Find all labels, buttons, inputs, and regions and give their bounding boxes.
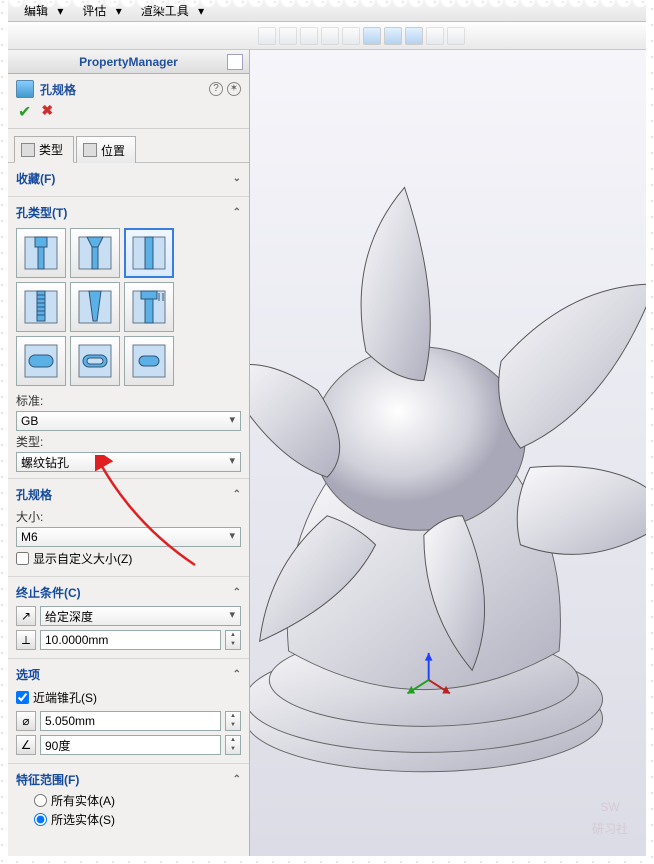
prev-view-icon[interactable] bbox=[321, 27, 339, 45]
ok-button[interactable]: ✔ bbox=[18, 102, 31, 122]
display-style-icon[interactable] bbox=[363, 27, 381, 45]
confirm-row: ✔ ✖ bbox=[8, 100, 249, 129]
section-options: 选项⌃ 近端锥孔(S) ⌀ ▲▼ ∠ ▲▼ bbox=[8, 659, 249, 764]
pushpin-icon[interactable] bbox=[227, 54, 243, 70]
section-view-icon[interactable] bbox=[342, 27, 360, 45]
feature-title: 孔规格 bbox=[40, 81, 76, 98]
property-manager-panel: PropertyManager 孔规格 ? ✶ ✔ ✖ 类型 位置 收藏(F) bbox=[8, 50, 250, 856]
pm-header: PropertyManager bbox=[8, 50, 249, 74]
menu-evaluate[interactable]: 评估 ▾ bbox=[70, 0, 127, 21]
end-condition-combo[interactable] bbox=[40, 606, 241, 626]
counterbore-slot-button[interactable] bbox=[16, 336, 66, 386]
3d-viewport[interactable]: SW研习社 bbox=[250, 50, 646, 856]
cs-diameter-input[interactable] bbox=[40, 711, 221, 731]
legacy-hole-button[interactable] bbox=[124, 282, 174, 332]
position-tab-icon bbox=[83, 143, 97, 157]
chevron-up-icon: ⌃ bbox=[233, 587, 241, 598]
countersink-slot-button[interactable] bbox=[70, 336, 120, 386]
feature-title-row: 孔规格 ? ✶ bbox=[8, 74, 249, 100]
cs-angle-input[interactable] bbox=[40, 735, 221, 755]
chevron-up-icon: ⌃ bbox=[233, 207, 241, 218]
countersink-button[interactable] bbox=[70, 228, 120, 278]
menu-edit[interactable]: 编辑 ▾ bbox=[12, 0, 69, 21]
near-countersink-checkbox[interactable] bbox=[16, 691, 29, 704]
zoom-area-icon[interactable] bbox=[300, 27, 318, 45]
tab-position[interactable]: 位置 bbox=[76, 136, 136, 163]
watermark: SW研习社 bbox=[592, 794, 628, 838]
view-settings-icon[interactable] bbox=[426, 27, 444, 45]
section-hole-spec: 孔规格⌃ 大小: 显示自定义大小(Z) bbox=[8, 479, 249, 577]
custom-size-checkbox[interactable] bbox=[16, 552, 29, 565]
section-end-condition: 终止条件(C)⌃ ↗ ⟂ ▲▼ bbox=[8, 577, 249, 659]
size-combo[interactable] bbox=[16, 527, 241, 547]
straight-tap-button[interactable] bbox=[16, 282, 66, 332]
chevron-down-icon: ⌄ bbox=[233, 173, 241, 184]
viewport-icon[interactable] bbox=[447, 27, 465, 45]
help-icon[interactable]: ? bbox=[209, 82, 223, 96]
view-toolbar bbox=[8, 22, 646, 50]
all-bodies-radio[interactable] bbox=[34, 794, 47, 807]
standard-label: 标准: bbox=[16, 390, 241, 411]
depth-input[interactable] bbox=[40, 630, 221, 650]
zoom-fit-icon[interactable] bbox=[279, 27, 297, 45]
tab-type[interactable]: 类型 bbox=[14, 136, 74, 163]
menubar: 编辑 ▾ 评估 ▾ 渲染工具 ▾ bbox=[8, 0, 646, 22]
pm-tabs: 类型 位置 bbox=[8, 129, 249, 163]
cs-angle-spinner[interactable]: ▲▼ bbox=[225, 735, 241, 755]
depth-spinner[interactable]: ▲▼ bbox=[225, 630, 241, 650]
standard-combo[interactable] bbox=[16, 411, 241, 431]
cs-diameter-spinner[interactable]: ▲▼ bbox=[225, 711, 241, 731]
chevron-up-icon: ⌃ bbox=[233, 489, 241, 500]
chevron-up-icon: ⌃ bbox=[233, 669, 241, 680]
selected-bodies-radio[interactable] bbox=[34, 813, 47, 826]
section-hole-type: 孔类型(T)⌃ 标准: 类型: bbox=[8, 197, 249, 479]
type-tab-icon bbox=[21, 143, 35, 157]
hole-wizard-icon bbox=[16, 80, 34, 98]
keep-icon[interactable]: ✶ bbox=[227, 82, 241, 96]
menu-render-tools[interactable]: 渲染工具 ▾ bbox=[129, 0, 210, 21]
scene-icon[interactable] bbox=[405, 27, 423, 45]
hide-show-icon[interactable] bbox=[384, 27, 402, 45]
view-orientation-icon[interactable] bbox=[258, 27, 276, 45]
app-frame: 编辑 ▾ 评估 ▾ 渲染工具 ▾ PropertyManager 孔规格 ? bbox=[8, 0, 646, 856]
cancel-button[interactable]: ✖ bbox=[41, 102, 53, 122]
size-label: 大小: bbox=[16, 506, 241, 527]
cs-angle-icon: ∠ bbox=[16, 735, 36, 755]
hole-type-grid bbox=[16, 224, 241, 390]
reverse-direction-icon[interactable]: ↗ bbox=[16, 606, 36, 626]
section-feature-scope: 特征范围(F)⌃ 所有实体(A) 所选实体(S) bbox=[8, 764, 249, 835]
hole-slot-button[interactable] bbox=[124, 336, 174, 386]
counterbore-button[interactable] bbox=[16, 228, 66, 278]
hole-button[interactable] bbox=[124, 228, 174, 278]
chevron-up-icon: ⌃ bbox=[233, 774, 241, 785]
depth-icon: ⟂ bbox=[16, 630, 36, 650]
type-label: 类型: bbox=[16, 431, 241, 452]
impeller-model bbox=[250, 50, 646, 856]
tapered-tap-button[interactable] bbox=[70, 282, 120, 332]
cs-diameter-icon: ⌀ bbox=[16, 711, 36, 731]
type-combo[interactable] bbox=[16, 452, 241, 472]
section-favorites: 收藏(F)⌄ bbox=[8, 163, 249, 197]
